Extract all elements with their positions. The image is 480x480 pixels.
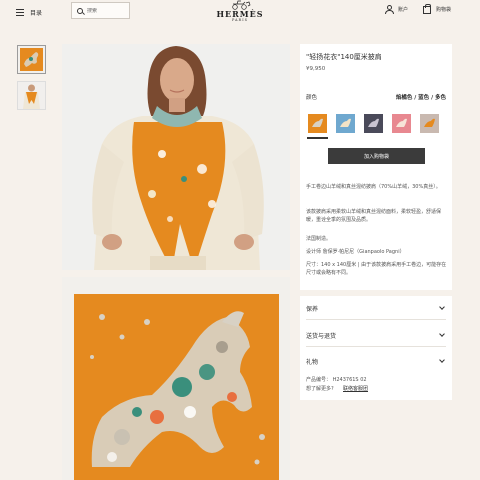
add-to-cart-button[interactable]: 加入购物袋 [328, 148, 425, 164]
divider [306, 319, 446, 320]
search-icon [77, 7, 83, 14]
scarf-thumbnail-image [18, 46, 45, 73]
accordion-shipping[interactable]: 送货与退货 [306, 328, 446, 342]
shopping-bag-icon [423, 4, 431, 14]
swatch-pink-image [392, 114, 411, 133]
swatch-pink[interactable] [392, 114, 411, 133]
site-header: 目录 HERMÈS PARIS 账户 购物袋 [0, 0, 480, 36]
thumbnail-model[interactable] [17, 81, 46, 110]
product-photo-scarf[interactable] [62, 277, 290, 480]
description-designer: 设计师 詹保罗·帕尼尼（Gianpaolo Pagni） [306, 249, 405, 255]
brand-logo[interactable]: HERMÈS PARIS [210, 0, 270, 22]
search-box[interactable] [71, 2, 130, 19]
search-input[interactable] [87, 7, 127, 14]
swatch-blue[interactable] [336, 114, 355, 133]
info-accordion: 保养 送货与退货 礼物 产品编号： H243761S 02 想了解更多? 联络客… [300, 296, 452, 400]
accordion-care-label: 保养 [306, 305, 319, 313]
swatch-blue-image [336, 114, 355, 133]
menu-button[interactable]: 目录 [16, 6, 42, 18]
swatch-black[interactable] [364, 114, 383, 133]
selected-swatch-indicator [307, 137, 328, 139]
swatch-orange-image [308, 114, 327, 133]
cart-link[interactable]: 购物袋 [423, 4, 452, 14]
hamburger-icon [16, 8, 24, 16]
chevron-down-icon [439, 304, 445, 310]
contact-link[interactable]: 联络客服团 [343, 385, 368, 392]
divider [306, 346, 446, 347]
scarf-photo-image [62, 277, 290, 480]
chevron-down-icon [439, 357, 445, 363]
cart-label: 购物袋 [436, 7, 452, 13]
thumbnail-scarf[interactable] [17, 45, 46, 74]
menu-label: 目录 [30, 9, 43, 17]
swatch-black-image [364, 114, 383, 133]
person-icon [385, 5, 394, 14]
product-title: "轻扬花衣"140厘米披肩 [306, 53, 382, 61]
account-label: 账户 [398, 6, 409, 13]
accordion-care[interactable]: 保养 [306, 301, 446, 315]
brand-name: HERMÈS [216, 9, 264, 19]
swatch-grey[interactable] [420, 114, 439, 133]
description-material: 手工卷边山羊绒和真丝混纺披肩（70%山羊绒，30%真丝）。 [306, 184, 441, 190]
product-info-panel: "轻扬花衣"140厘米披肩 ¥9,950 颜色 焰橘色 / 蓝色 / 多色 加入… [300, 44, 452, 290]
product-photo-model[interactable] [62, 44, 290, 270]
accordion-gift-label: 礼物 [306, 358, 319, 366]
description-origin: 法国制造。 [306, 236, 332, 242]
product-reference: 产品编号： H243761S 02 [306, 377, 367, 383]
model-photo-image [62, 44, 290, 270]
swatch-grey-image [420, 114, 439, 133]
model-thumbnail-image [18, 82, 45, 109]
help-text: 想了解更多? [306, 386, 334, 392]
accordion-gift[interactable]: 礼物 [306, 354, 446, 368]
selected-color-name: 焰橘色 / 蓝色 / 多色 [395, 95, 446, 101]
swatch-orange[interactable] [308, 114, 327, 133]
account-link[interactable]: 账户 [385, 5, 409, 14]
accordion-shipping-label: 送货与退货 [306, 332, 337, 340]
color-label: 颜色 [306, 95, 318, 101]
product-price: ¥9,950 [306, 66, 326, 72]
chevron-down-icon [439, 331, 445, 337]
description-size: 尺寸：140 x 140厘米 | 由于该款披肩采用手工卷边，可能存在尺寸或会略有… [306, 262, 447, 276]
description-feel: 该款披肩采用柔软山羊绒和真丝混纺面料，柔软轻盈，舒适保暖，重诠全季的氛围及品质。 [306, 209, 442, 223]
